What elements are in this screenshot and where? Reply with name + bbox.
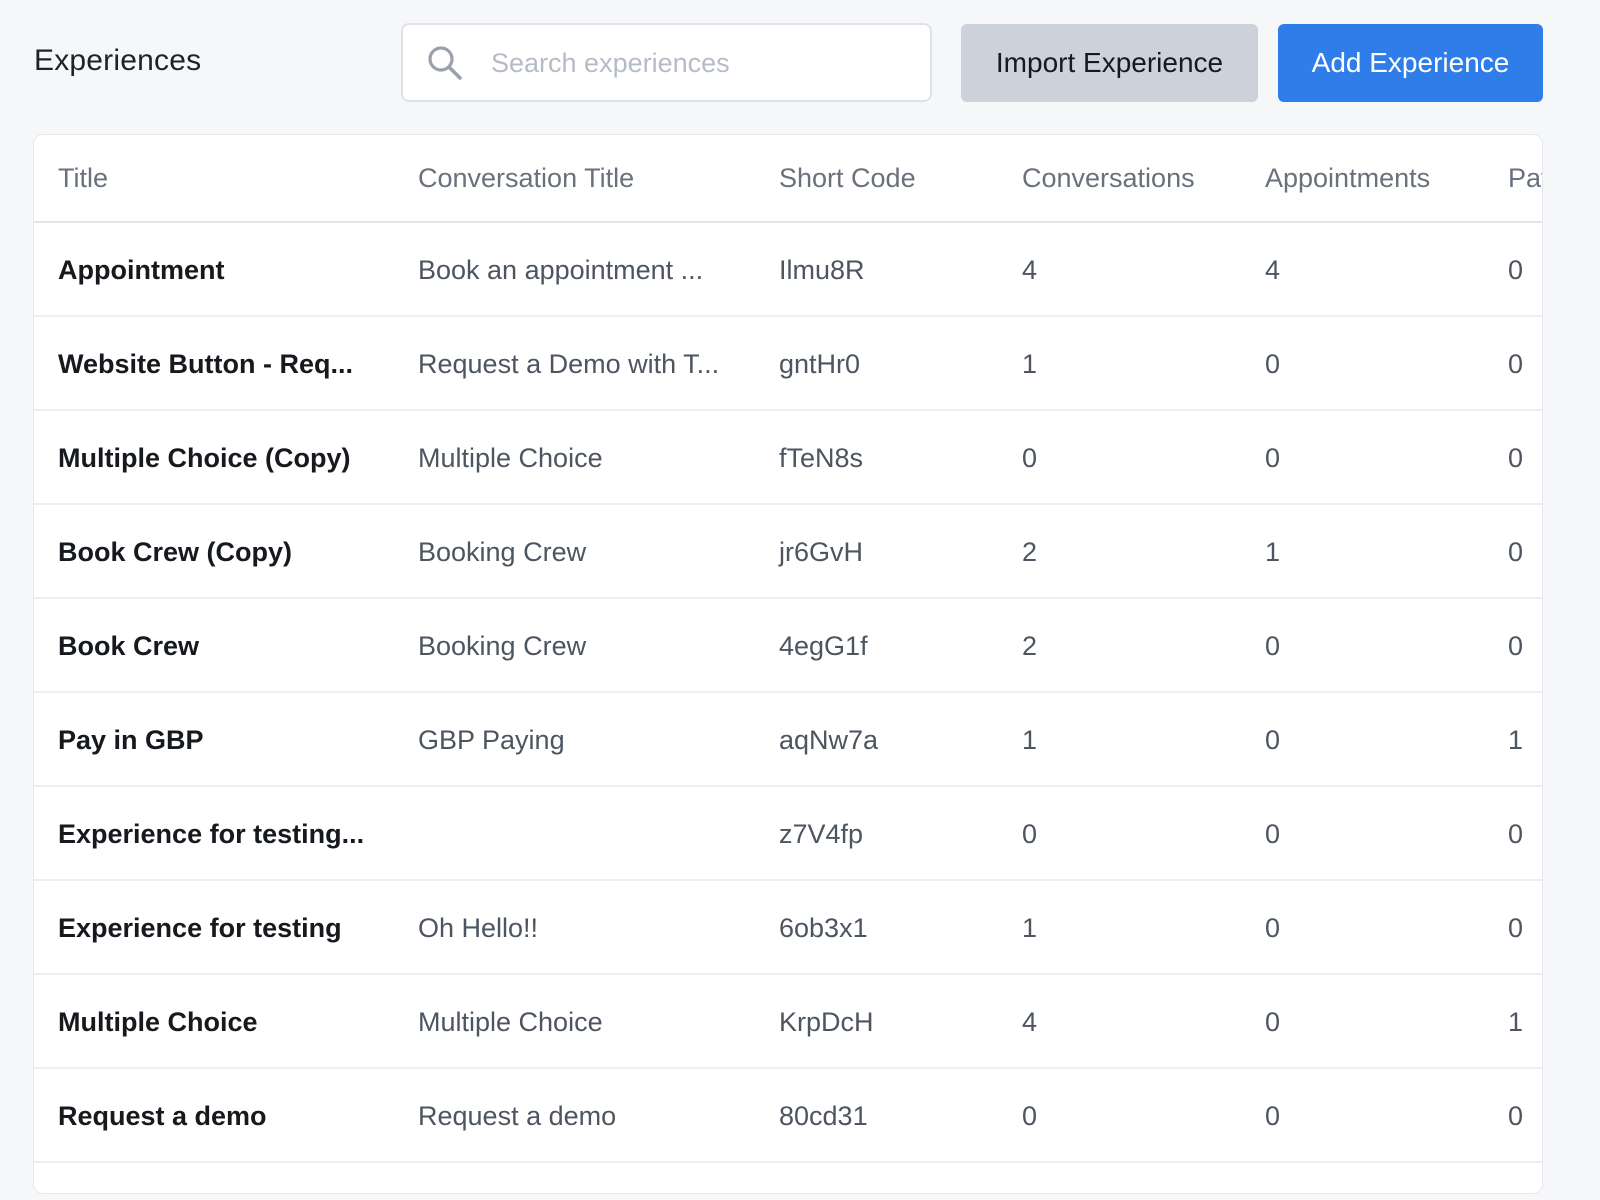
cell-title: Experience for testing: [58, 913, 342, 943]
cell-conversation-title: Book an appointment ...: [418, 255, 704, 285]
cell-title: Book Crew (Copy): [58, 537, 293, 567]
cell-short-code: aqNw7a: [779, 725, 879, 755]
cell-pay: 1: [1508, 1007, 1524, 1037]
cell-appointments: 0: [1265, 443, 1281, 473]
column-header-conversation-title[interactable]: Conversation Title: [418, 163, 634, 194]
cell-title: Request a demo: [58, 1101, 267, 1131]
cell-short-code: 4egG1f: [779, 631, 868, 661]
table-row[interactable]: Appointment Book an appointment ... Ilmu…: [34, 223, 1542, 317]
cell-conversations: 4: [1022, 1007, 1038, 1037]
cell-title: Pay in GBP: [58, 725, 204, 755]
table-row[interactable]: Request a demo Request a demo 80cd31 0 0…: [34, 1069, 1542, 1163]
cell-conversations: 4: [1022, 255, 1038, 285]
cell-appointments: 0: [1265, 349, 1281, 379]
cell-pay: 0: [1508, 255, 1524, 285]
cell-appointments: 0: [1265, 1101, 1281, 1131]
cell-pay: 0: [1508, 443, 1524, 473]
column-header-appointments[interactable]: Appointments: [1265, 163, 1430, 194]
cell-short-code: jr6GvH: [779, 537, 864, 567]
search-input[interactable]: [491, 39, 911, 87]
cell-pay: 0: [1508, 349, 1524, 379]
search-box[interactable]: [401, 23, 932, 102]
column-header-short-code[interactable]: Short Code: [779, 163, 916, 194]
add-experience-button[interactable]: Add Experience: [1278, 24, 1543, 102]
cell-appointments: 1: [1265, 537, 1281, 567]
cell-conversation-title: Multiple Choice: [418, 1007, 603, 1037]
cell-appointments: 4: [1265, 255, 1281, 285]
table-row[interactable]: Multiple Choice Multiple Choice KrpDcH 4…: [34, 975, 1542, 1069]
search-icon: [425, 43, 465, 83]
table-header: Title Conversation Title Short Code Conv…: [34, 135, 1542, 223]
table-row[interactable]: Experience for testing Oh Hello!! 6ob3x1…: [34, 881, 1542, 975]
cell-title: Multiple Choice: [58, 1007, 258, 1037]
cell-title: Book Crew: [58, 631, 200, 661]
cell-short-code: 80cd31: [779, 1101, 868, 1131]
cell-short-code: gntHr0: [779, 349, 861, 379]
cell-appointments: 0: [1265, 819, 1281, 849]
cell-conversations: 1: [1022, 349, 1038, 379]
cell-appointments: 0: [1265, 631, 1281, 661]
cell-conversations: 2: [1022, 537, 1038, 567]
cell-conversation-title: Oh Hello!!: [418, 913, 539, 943]
cell-title: Website Button - Req...: [58, 349, 353, 379]
experiences-table: Title Conversation Title Short Code Conv…: [33, 134, 1543, 1194]
cell-conversations: 1: [1022, 725, 1038, 755]
table-row[interactable]: Experience for testing... z7V4fp 0 0 0: [34, 787, 1542, 881]
cell-conversations: 0: [1022, 819, 1038, 849]
cell-short-code: Ilmu8R: [779, 255, 865, 285]
cell-conversation-title: GBP Paying: [418, 725, 565, 755]
cell-pay: 1: [1508, 725, 1524, 755]
page-header: Experiences Import Experience Add Experi…: [0, 0, 1568, 126]
cell-conversations: 1: [1022, 913, 1038, 943]
column-header-conversations[interactable]: Conversations: [1022, 163, 1195, 194]
table-row[interactable]: Website Button - Req... Request a Demo w…: [34, 317, 1542, 411]
import-experience-button[interactable]: Import Experience: [961, 24, 1258, 102]
cell-pay: 0: [1508, 819, 1524, 849]
cell-conversation-title: Booking Crew: [418, 631, 587, 661]
cell-appointments: 0: [1265, 1007, 1281, 1037]
cell-title: Appointment: [58, 255, 225, 285]
cell-conversation-title: Request a Demo with T...: [418, 349, 720, 379]
cell-conversation-title: Request a demo: [418, 1101, 617, 1131]
table-row[interactable]: Book Crew (Copy) Booking Crew jr6GvH 2 1…: [34, 505, 1542, 599]
cell-title: Multiple Choice (Copy): [58, 443, 351, 473]
cell-short-code: KrpDcH: [779, 1007, 874, 1037]
cell-pay: 0: [1508, 1101, 1524, 1131]
cell-appointments: 0: [1265, 725, 1281, 755]
cell-short-code: 6ob3x1: [779, 913, 868, 943]
cell-conversation-title: Multiple Choice: [418, 443, 603, 473]
cell-appointments: 0: [1265, 913, 1281, 943]
cell-short-code: fTeN8s: [779, 443, 864, 473]
cell-short-code: z7V4fp: [779, 819, 864, 849]
cell-conversations: 2: [1022, 631, 1038, 661]
page-title: Experiences: [34, 44, 202, 77]
cell-title: Experience for testing...: [58, 819, 365, 849]
cell-conversations: 0: [1022, 443, 1038, 473]
column-header-title[interactable]: Title: [58, 163, 108, 194]
table-row[interactable]: Pay in GBP GBP Paying aqNw7a 1 0 1: [34, 693, 1542, 787]
cell-conversations: 0: [1022, 1101, 1038, 1131]
cell-conversation-title: Booking Crew: [418, 537, 587, 567]
cell-pay: 0: [1508, 913, 1524, 943]
cell-pay: 0: [1508, 631, 1524, 661]
table-row[interactable]: Multiple Choice (Copy) Multiple Choice f…: [34, 411, 1542, 505]
table-row[interactable]: Book Crew Booking Crew 4egG1f 2 0 0: [34, 599, 1542, 693]
column-header-pay[interactable]: Pay: [1508, 163, 1542, 194]
cell-pay: 0: [1508, 537, 1524, 567]
